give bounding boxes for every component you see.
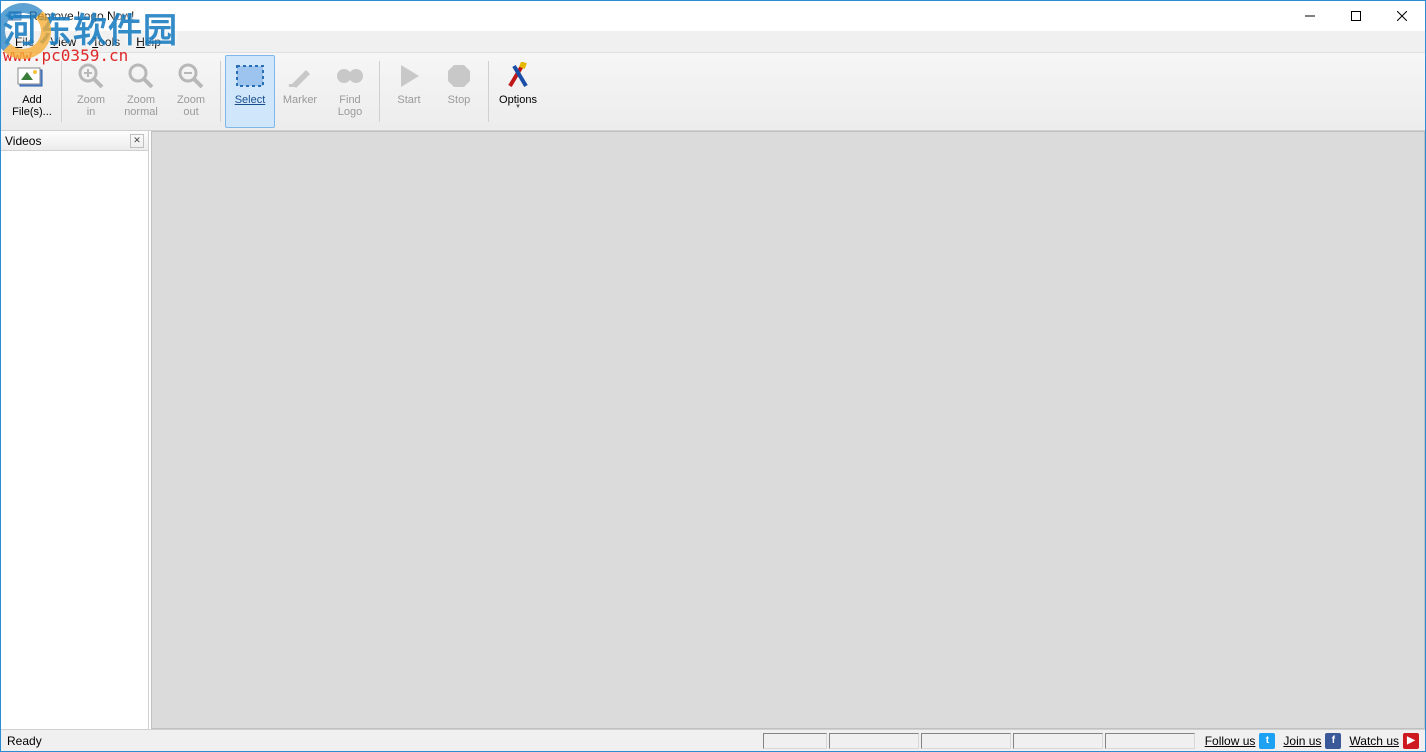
maximize-button[interactable] bbox=[1333, 1, 1379, 31]
zoom-out-label: Zoom out bbox=[177, 94, 205, 118]
content-area: Videos ✕ bbox=[1, 131, 1425, 729]
marker-button[interactable]: Marker bbox=[275, 55, 325, 128]
status-bar: Ready Follow us t Join us f Watch us ▶ bbox=[1, 729, 1425, 751]
status-well-1 bbox=[763, 733, 827, 749]
stop-button[interactable]: Stop bbox=[434, 55, 484, 128]
play-icon bbox=[393, 60, 425, 92]
minimize-icon bbox=[1305, 11, 1315, 21]
select-label: Select bbox=[235, 94, 266, 106]
join-us-link[interactable]: Join us bbox=[1283, 734, 1321, 748]
social-links: Follow us t Join us f Watch us ▶ bbox=[1197, 733, 1419, 749]
maximize-icon bbox=[1351, 11, 1361, 21]
start-label: Start bbox=[397, 94, 420, 106]
follow-us-link[interactable]: Follow us bbox=[1205, 734, 1256, 748]
status-well-4 bbox=[1013, 733, 1103, 749]
add-files-button[interactable]: Add File(s)... bbox=[7, 55, 57, 128]
select-button[interactable]: Select bbox=[225, 55, 275, 128]
twitter-icon[interactable]: t bbox=[1259, 733, 1275, 749]
close-icon bbox=[1397, 11, 1407, 21]
marker-label: Marker bbox=[283, 94, 317, 106]
start-button[interactable]: Start bbox=[384, 55, 434, 128]
close-button[interactable] bbox=[1379, 1, 1425, 31]
find-logo-label: Find Logo bbox=[338, 94, 362, 118]
options-icon bbox=[502, 60, 534, 92]
options-button[interactable]: Options ▼ bbox=[493, 55, 543, 128]
status-well-3 bbox=[921, 733, 1011, 749]
videos-list[interactable] bbox=[1, 151, 148, 729]
status-text: Ready bbox=[1, 734, 42, 748]
toolbar: Add File(s)... Zoom in Zoom normal bbox=[1, 53, 1425, 131]
status-well-2 bbox=[829, 733, 919, 749]
status-well-5 bbox=[1105, 733, 1195, 749]
zoom-normal-icon bbox=[125, 60, 157, 92]
menu-help[interactable]: Help bbox=[128, 33, 169, 51]
app-icon bbox=[7, 8, 23, 24]
zoom-in-icon bbox=[75, 60, 107, 92]
zoom-normal-button[interactable]: Zoom normal bbox=[116, 55, 166, 128]
videos-panel-header: Videos ✕ bbox=[1, 131, 148, 151]
marker-icon bbox=[284, 60, 316, 92]
youtube-icon[interactable]: ▶ bbox=[1403, 733, 1419, 749]
find-logo-icon bbox=[334, 60, 366, 92]
zoom-out-button[interactable]: Zoom out bbox=[166, 55, 216, 128]
chevron-down-icon: ▼ bbox=[515, 104, 521, 110]
window-title: Remove Logo Now! bbox=[29, 9, 134, 23]
menu-bar: File View Tools Help bbox=[1, 31, 1425, 53]
zoom-out-icon bbox=[175, 60, 207, 92]
preview-canvas[interactable] bbox=[151, 131, 1425, 729]
videos-panel: Videos ✕ bbox=[1, 131, 149, 729]
menu-view[interactable]: View bbox=[42, 33, 84, 51]
add-files-icon bbox=[16, 60, 48, 92]
minimize-button[interactable] bbox=[1287, 1, 1333, 31]
stop-label: Stop bbox=[448, 94, 471, 106]
find-logo-button[interactable]: Find Logo bbox=[325, 55, 375, 128]
menu-tools[interactable]: Tools bbox=[84, 33, 128, 51]
zoom-normal-label: Zoom normal bbox=[124, 94, 158, 118]
facebook-icon[interactable]: f bbox=[1325, 733, 1341, 749]
videos-panel-close[interactable]: ✕ bbox=[130, 134, 144, 148]
select-icon bbox=[234, 60, 266, 92]
stop-icon bbox=[443, 60, 475, 92]
add-files-label: Add File(s)... bbox=[12, 94, 52, 118]
title-bar: Remove Logo Now! bbox=[1, 1, 1425, 31]
zoom-in-button[interactable]: Zoom in bbox=[66, 55, 116, 128]
watch-us-link[interactable]: Watch us bbox=[1349, 734, 1399, 748]
zoom-in-label: Zoom in bbox=[77, 94, 105, 118]
videos-panel-title: Videos bbox=[5, 134, 41, 148]
menu-file[interactable]: File bbox=[7, 33, 42, 51]
app-window: Remove Logo Now! File View Tools Help Ad… bbox=[0, 0, 1426, 752]
